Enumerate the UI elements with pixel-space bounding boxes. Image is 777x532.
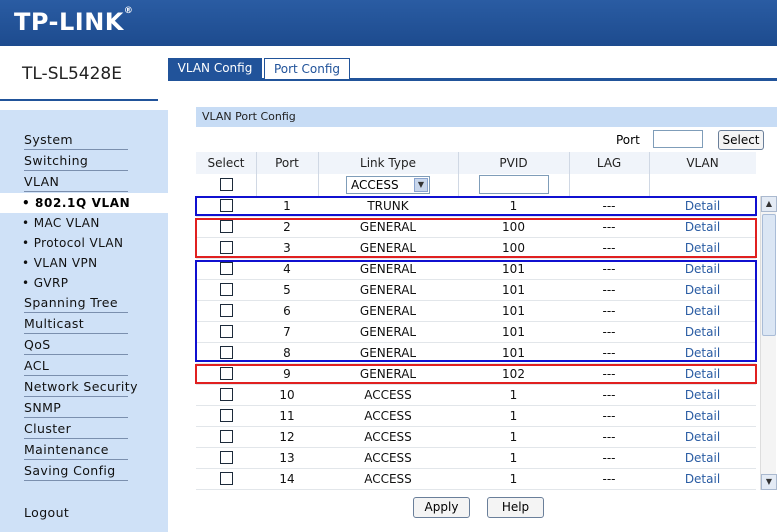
row-select-cell <box>196 385 256 406</box>
pvid-cell: 1 <box>509 472 518 486</box>
tab-port-config[interactable]: Port Config <box>264 58 350 79</box>
sidebar-item-gvrp[interactable]: • GVRP <box>22 275 68 291</box>
header-select: Select <box>207 156 245 170</box>
sidebar-item-switching[interactable]: Switching <box>24 153 128 171</box>
highlight-vlan101-group <box>195 260 757 362</box>
header-port: Port <box>275 156 299 170</box>
link-type-cell: ACCESS <box>364 388 412 402</box>
header-vlan: VLAN <box>686 156 719 170</box>
top-banner: TP-LINK® <box>0 0 777 46</box>
vlan-detail-link[interactable]: Detail <box>649 448 756 469</box>
row-select-cell <box>196 406 256 427</box>
tp-link-logo: TP-LINK® <box>14 6 134 36</box>
sidebar-item-802-1q-vlan[interactable]: • 802.1Q VLAN <box>0 193 168 213</box>
panel-title: VLAN Port Config <box>196 107 777 127</box>
highlight-trunk-group <box>195 196 757 216</box>
sidebar-item-snmp[interactable]: SNMP <box>24 400 128 418</box>
row-select-cell <box>196 427 256 448</box>
port-input[interactable] <box>653 130 703 148</box>
model-divider <box>0 99 158 101</box>
table-row: 11 ACCESS 1 --- Detail <box>196 406 756 427</box>
highlight-vlan102-group <box>195 364 757 384</box>
pvid-cell: 1 <box>509 451 518 465</box>
port-cell: 12 <box>279 430 295 444</box>
sidebar-item-acl[interactable]: ACL <box>24 358 128 376</box>
port-cell: 11 <box>279 409 295 423</box>
table-scrollbar[interactable]: ▲ ▼ <box>760 196 777 490</box>
vlan-detail-link[interactable]: Detail <box>649 427 756 448</box>
pvid-cell: 1 <box>509 388 518 402</box>
sidebar-item-spanning-tree[interactable]: Spanning Tree <box>24 295 128 313</box>
sidebar-item-qos[interactable]: QoS <box>24 337 128 355</box>
row-checkbox[interactable] <box>219 472 233 485</box>
vlan-detail-link[interactable]: Detail <box>649 469 756 490</box>
sidebar-item-cluster[interactable]: Cluster <box>24 421 128 439</box>
port-cell: 13 <box>279 451 295 465</box>
pvid-cell: 1 <box>509 409 518 423</box>
sidebar-item-multicast[interactable]: Multicast <box>24 316 128 334</box>
vlan-detail-link[interactable]: Detail <box>649 406 756 427</box>
sidebar-item-vlan[interactable]: VLAN <box>24 174 128 192</box>
header-link-type: Link Type <box>360 156 416 170</box>
tab-vlan-config[interactable]: VLAN Config <box>168 58 262 79</box>
lag-cell: --- <box>602 472 616 486</box>
row-checkbox[interactable] <box>219 451 233 464</box>
header-pvid: PVID <box>499 156 528 170</box>
logout-link[interactable]: Logout <box>24 505 69 521</box>
pvid-cell: 1 <box>509 430 518 444</box>
lag-cell: --- <box>602 409 616 423</box>
lag-cell: --- <box>602 451 616 465</box>
table-header: Select Port Link Type PVID LAG VLAN <box>196 152 756 174</box>
scroll-down-icon[interactable]: ▼ <box>761 474 777 490</box>
filter-row <box>196 174 756 196</box>
link-type-cell: ACCESS <box>364 409 412 423</box>
table-row: 14 ACCESS 1 --- Detail <box>196 469 756 490</box>
select-all-checkbox[interactable] <box>220 178 233 191</box>
port-cell: 10 <box>279 388 295 402</box>
pvid-filter-input[interactable] <box>479 175 549 194</box>
sidebar-item-protocol-vlan[interactable]: • Protocol VLAN <box>22 235 123 251</box>
table-row: 13 ACCESS 1 --- Detail <box>196 448 756 469</box>
sidebar-item-network-security[interactable]: Network Security <box>24 379 138 397</box>
apply-button[interactable]: Apply <box>413 497 470 518</box>
link-type-cell: ACCESS <box>364 472 412 486</box>
sidebar-item-saving-config[interactable]: Saving Config <box>24 463 128 481</box>
chevron-down-icon: ▼ <box>414 178 428 192</box>
lag-cell: --- <box>602 430 616 444</box>
vlan-detail-link[interactable]: Detail <box>649 385 756 406</box>
table-row: 10 ACCESS 1 --- Detail <box>196 385 756 406</box>
scroll-up-icon[interactable]: ▲ <box>761 196 777 212</box>
table-row: 12 ACCESS 1 --- Detail <box>196 427 756 448</box>
sidebar-item-maintenance[interactable]: Maintenance <box>24 442 128 460</box>
sidebar-item-system[interactable]: System <box>24 132 128 150</box>
highlight-vlan100-group <box>195 218 757 258</box>
link-type-cell: ACCESS <box>364 451 412 465</box>
link-type-filter-select[interactable]: ACCESS ▼ <box>346 176 430 194</box>
link-type-cell: ACCESS <box>364 430 412 444</box>
lag-cell: --- <box>602 388 616 402</box>
device-model: TL-SL5428E <box>22 64 122 84</box>
select-button[interactable]: Select <box>718 130 764 150</box>
port-cell: 14 <box>279 472 295 486</box>
sidebar-item-mac-vlan[interactable]: • MAC VLAN <box>22 215 100 231</box>
row-checkbox[interactable] <box>219 409 233 422</box>
sidebar-item-vlan-vpn[interactable]: • VLAN VPN <box>22 255 97 271</box>
row-select-cell <box>196 448 256 469</box>
row-select-cell <box>196 469 256 490</box>
port-label: Port <box>616 133 640 147</box>
header-lag: LAG <box>596 156 622 170</box>
row-checkbox[interactable] <box>219 430 233 443</box>
row-checkbox[interactable] <box>219 388 233 401</box>
help-button[interactable]: Help <box>487 497 544 518</box>
scroll-thumb[interactable] <box>762 214 776 336</box>
